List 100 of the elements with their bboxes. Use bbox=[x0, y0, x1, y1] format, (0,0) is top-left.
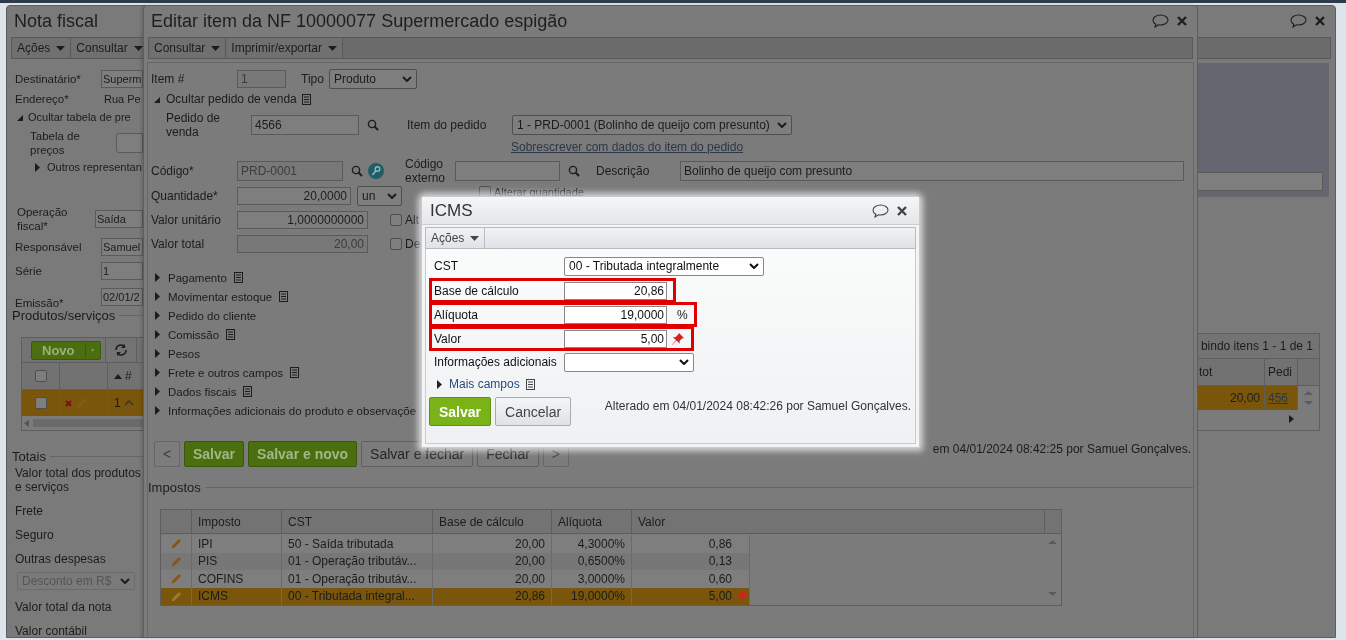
column-header[interactable]: Pedi bbox=[1265, 359, 1298, 385]
input-field[interactable] bbox=[116, 133, 143, 153]
scrollbar-thumb[interactable] bbox=[33, 419, 143, 427]
action-button[interactable]: Cancelar bbox=[495, 397, 572, 426]
section-toggle[interactable]: Movimentar estoque bbox=[168, 290, 273, 303]
section-toggle[interactable]: Frete e outros campos bbox=[168, 366, 284, 379]
field-label: Descrição bbox=[596, 164, 651, 178]
input-field[interactable]: Superm bbox=[101, 70, 143, 88]
table-cell: 20,00 bbox=[433, 570, 552, 588]
section-toggle[interactable]: Comissão bbox=[168, 328, 220, 341]
field-label: Base de cálculo bbox=[434, 283, 520, 298]
refresh-icon[interactable] bbox=[105, 338, 137, 362]
select-field[interactable]: 00 - Tributada integralmente bbox=[564, 256, 764, 276]
field-label: Informações adicionais bbox=[434, 355, 558, 369]
note-icon[interactable] bbox=[233, 272, 243, 283]
input-field[interactable]: Saída bbox=[95, 210, 143, 228]
field-label: Alíquota bbox=[434, 307, 480, 322]
section-toggle[interactable]: Dados fiscais bbox=[168, 385, 237, 398]
expand-triangle-icon[interactable] bbox=[436, 379, 443, 389]
menu-item[interactable]: Imprimir/exportar bbox=[226, 38, 344, 58]
comment-icon[interactable] bbox=[1290, 14, 1307, 28]
table-cell: IPI bbox=[192, 535, 282, 553]
field-label: Tabela de preços bbox=[30, 129, 81, 157]
input-field[interactable]: 4566 bbox=[251, 115, 359, 135]
new-button[interactable]: Novo bbox=[31, 340, 101, 360]
menu-item[interactable]: Consultar bbox=[149, 38, 227, 58]
checkbox[interactable] bbox=[34, 397, 47, 409]
scrollbar-arrows-icon[interactable] bbox=[1048, 538, 1057, 598]
field-label: Pedido de venda bbox=[166, 111, 222, 139]
checkbox-label: Alterar quantidade bbox=[494, 186, 584, 198]
field-label: Tipo bbox=[301, 72, 325, 86]
caret-icon bbox=[133, 45, 143, 51]
close-icon[interactable] bbox=[897, 205, 907, 216]
note-icon[interactable] bbox=[226, 329, 236, 340]
section-title: Impostos bbox=[148, 480, 201, 495]
menu-item[interactable]: Ações bbox=[426, 228, 486, 248]
section-toggle[interactable]: Pesos bbox=[168, 347, 200, 360]
column-header[interactable]: CST bbox=[282, 510, 433, 533]
close-icon[interactable] bbox=[1315, 16, 1325, 26]
action-button[interactable]: Salvar bbox=[429, 397, 492, 426]
action-button[interactable]: Salvar bbox=[184, 441, 245, 467]
table-row[interactable]: 1 bbox=[22, 390, 143, 416]
section-toggle[interactable]: Outros representan bbox=[47, 161, 142, 173]
search-icon[interactable] bbox=[568, 165, 580, 177]
scroll-right-icon[interactable] bbox=[1289, 415, 1294, 423]
comment-icon[interactable] bbox=[872, 203, 889, 218]
field-label: Endereço* bbox=[15, 92, 70, 106]
table-row[interactable]: 20,00 456 bbox=[1197, 386, 1298, 410]
pushpin-icon[interactable] bbox=[671, 331, 685, 346]
field-label: Código* bbox=[151, 164, 195, 178]
section-toggle[interactable]: Mais campos bbox=[449, 377, 520, 391]
close-icon[interactable] bbox=[1177, 16, 1187, 26]
select-field[interactable]: 1 - PRD-0001 (Bolinho de queijo com presunto) bbox=[512, 115, 792, 135]
input-field[interactable]: 1,0000000000 bbox=[237, 211, 368, 229]
field-label: Operação fiscal* bbox=[17, 205, 69, 233]
input-field[interactable]: 02/01/2 bbox=[101, 288, 143, 306]
note-icon[interactable] bbox=[525, 378, 535, 390]
column-header[interactable]: Alíquota bbox=[552, 510, 632, 533]
input-field[interactable]: 19,0000 bbox=[564, 305, 667, 324]
menu-item[interactable]: Ações bbox=[12, 38, 72, 58]
input-field[interactable]: 20,0000 bbox=[237, 187, 351, 205]
table-cell-text: 0,13 bbox=[708, 554, 733, 569]
comment-icon[interactable] bbox=[1152, 14, 1169, 28]
section-toggle[interactable]: Pedido do cliente bbox=[168, 309, 257, 322]
note-icon[interactable] bbox=[290, 367, 300, 378]
note-icon[interactable] bbox=[243, 386, 253, 397]
input-field[interactable]: Bolinho de queijo com presunto bbox=[680, 161, 1184, 181]
action-button[interactable]: Salvar e novo bbox=[248, 441, 358, 467]
note-icon[interactable] bbox=[279, 291, 289, 302]
input-field[interactable]: 5,00 bbox=[564, 329, 667, 348]
select-field[interactable] bbox=[564, 352, 694, 372]
select-field[interactable]: un bbox=[357, 186, 402, 206]
section-toggle[interactable]: Ocultar tabela de pre bbox=[28, 111, 131, 123]
input-field[interactable]: 1 bbox=[101, 262, 143, 280]
column-header[interactable]: Imposto bbox=[192, 510, 282, 533]
select-field[interactable]: Produto bbox=[329, 69, 417, 89]
checkbox[interactable] bbox=[390, 214, 402, 226]
section-toggle[interactable]: Informações adicionais do produto e observaçõe bbox=[168, 404, 417, 417]
section-toggle[interactable]: Pagamento bbox=[168, 271, 227, 284]
input-field[interactable] bbox=[455, 161, 560, 181]
window-title: ICMS bbox=[430, 200, 473, 221]
table-cell-text: 5,00 bbox=[708, 589, 733, 604]
input-field[interactable] bbox=[1197, 172, 1323, 191]
search-icon[interactable] bbox=[367, 119, 379, 131]
column-header[interactable]: Base de cálculo bbox=[433, 510, 552, 533]
overwrite-link[interactable]: Sobrescrever com dados do item do pedido bbox=[511, 140, 744, 154]
field-label: Valor total bbox=[151, 237, 206, 251]
column-header[interactable]: # bbox=[125, 369, 132, 383]
input-field[interactable]: 20,86 bbox=[564, 281, 667, 300]
note-icon[interactable] bbox=[301, 93, 311, 105]
action-button[interactable]: < bbox=[154, 441, 180, 467]
column-header[interactable]: Valor bbox=[632, 510, 1045, 533]
checkbox[interactable] bbox=[390, 238, 402, 250]
input-field[interactable]: Samuel bbox=[101, 238, 143, 256]
search-icon[interactable] bbox=[351, 165, 363, 177]
field-label: Item do pedido bbox=[407, 118, 488, 132]
checkbox[interactable] bbox=[34, 370, 47, 382]
window-title: Nota fiscal bbox=[14, 10, 99, 32]
table-cell: 01 - Operação tributáv... bbox=[282, 570, 433, 588]
section-toggle[interactable]: Ocultar pedido de venda bbox=[166, 92, 297, 106]
